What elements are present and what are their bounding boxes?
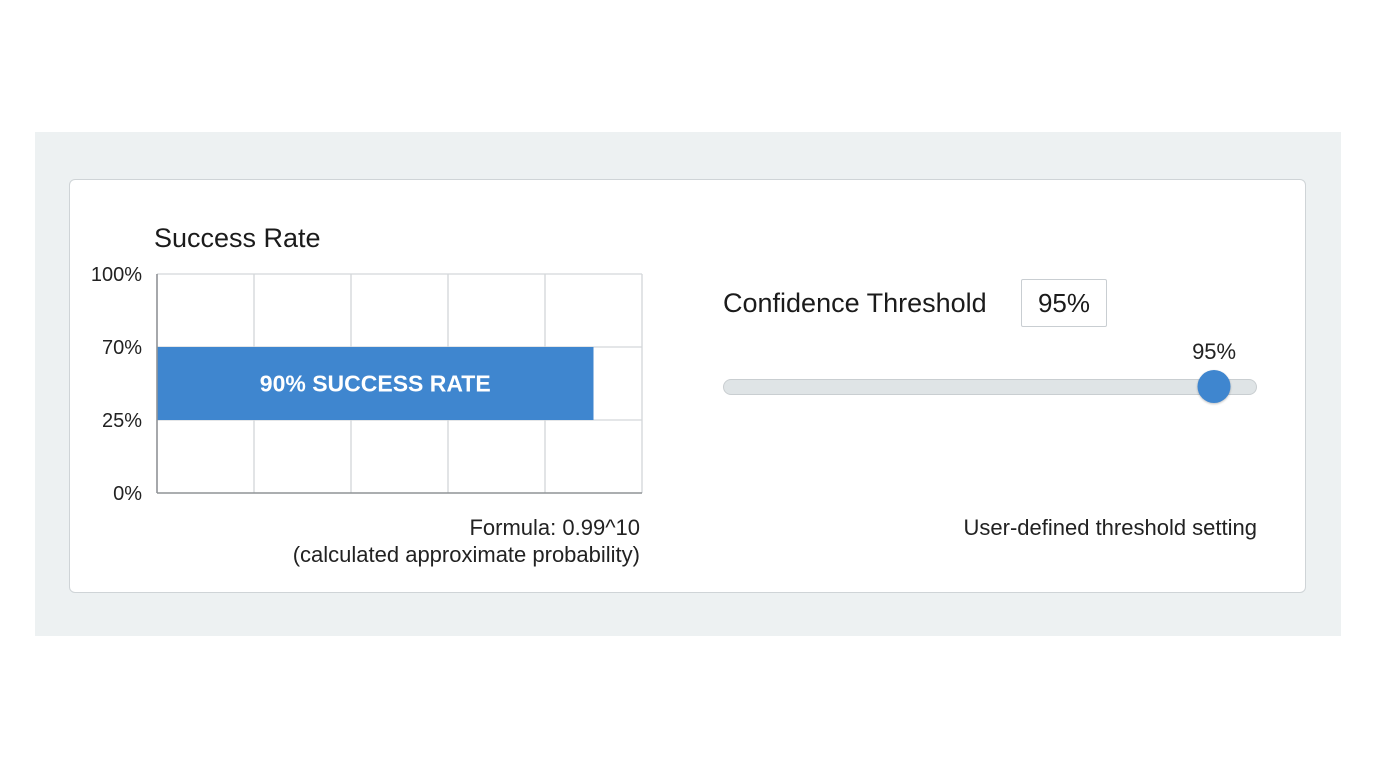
- y-tick-label: 25%: [102, 410, 142, 432]
- confidence-threshold-input[interactable]: [1021, 279, 1107, 327]
- threshold-slider-track[interactable]: [723, 379, 1257, 395]
- threshold-slider-thumb[interactable]: [1197, 370, 1231, 403]
- success-rate-chart: 90% SUCCESS RATE 100% 70% 25% 0%: [91, 264, 643, 505]
- formula-note: Formula: 0.99^10 (calculated approximate…: [293, 514, 640, 568]
- y-tick-label: 100%: [91, 264, 142, 286]
- bar-value-label: 90% SUCCESS RATE: [260, 371, 491, 397]
- slider-value-label: 95%: [1192, 339, 1237, 364]
- threshold-caption: User-defined threshold setting: [963, 515, 1258, 540]
- y-tick-label: 0%: [113, 483, 142, 505]
- chart-title: Success Rate: [154, 223, 321, 253]
- formula-caption: (calculated approximate probability): [292, 542, 640, 567]
- formula-text: Formula: 0.99^10: [469, 515, 640, 540]
- confidence-threshold-label: Confidence Threshold: [723, 288, 987, 318]
- y-tick-label: 70%: [102, 337, 142, 359]
